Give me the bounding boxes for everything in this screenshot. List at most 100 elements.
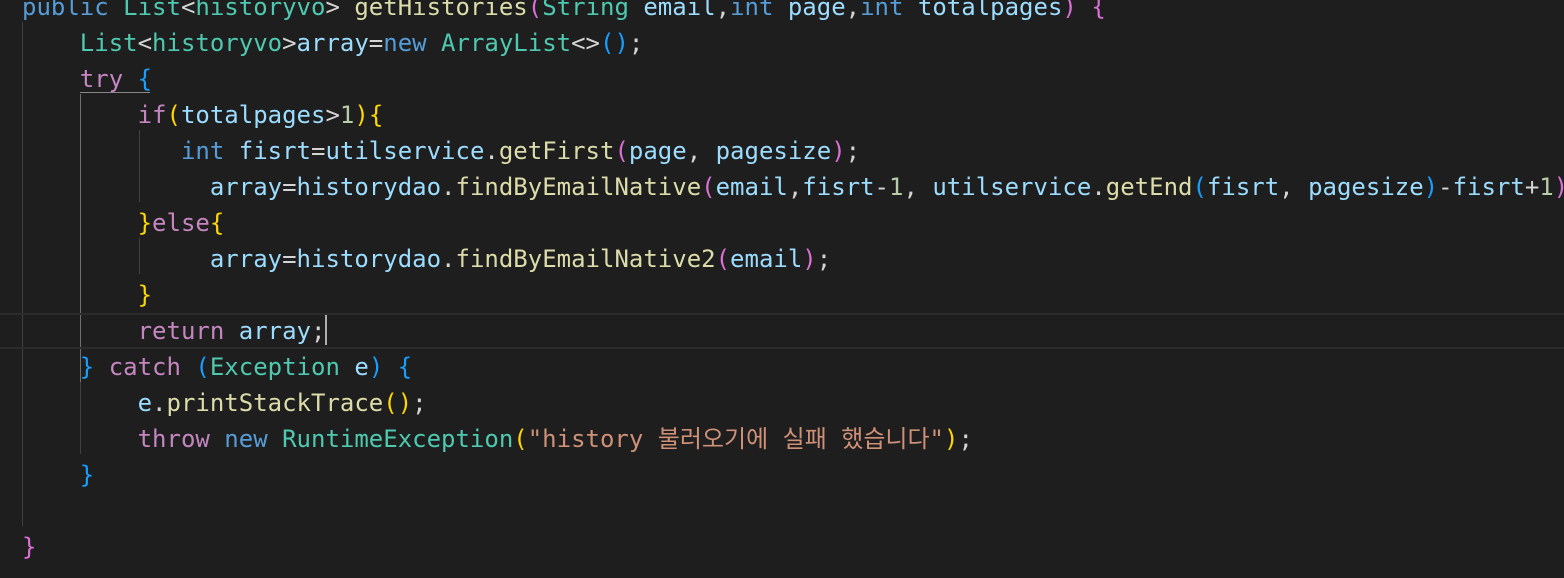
code-line[interactable]: } [0,457,94,493]
code-token: pagesize [1308,173,1424,201]
code-token: 1 [339,101,355,129]
code-token: int [22,137,239,165]
code-token: utilservice [932,173,1092,201]
code-token: { [1091,0,1106,21]
code-token: page [628,137,687,165]
code-token: { [397,353,413,381]
code-token: ) [368,353,398,381]
code-token: , [845,0,861,21]
code-line[interactable]: List<historyvo>array=new ArrayList<>(); [0,25,644,61]
code-token: } [22,209,153,237]
code-token: ; [816,245,832,273]
code-token: { [368,101,384,129]
code-token: ) [831,137,846,165]
code-token: > [282,29,297,57]
code-token: historyvo [152,29,283,57]
code-line[interactable]: return array; [0,313,1564,349]
code-token: , [787,173,803,201]
code-token: } [22,533,37,561]
code-token: getHistories [354,0,528,21]
code-token: ) [1062,0,1092,21]
code-token: ( [715,245,731,273]
code-token: findByEmailNative2 [455,245,716,273]
code-token: "history 불러오기에 실패 했습니다" [527,425,945,453]
code-token: } [22,461,95,489]
code-token: utilservice [325,137,485,165]
code-token: ; [311,317,326,345]
code-token: historyvo [195,0,326,21]
code-token: fisrt [1452,173,1525,201]
code-token: } [22,281,153,309]
code-line[interactable] [0,493,22,529]
code-token: return [22,317,239,345]
code-token: email [643,0,716,21]
code-token: ) [354,101,369,129]
code-token: email [730,245,803,273]
code-line[interactable]: public List<historyvo> getHistories(Stri… [0,0,1106,25]
code-token: try [22,65,138,93]
code-token: () [383,389,413,417]
code-token: } [22,353,95,381]
code-token: catch [94,353,196,381]
code-token: getFirst [498,137,615,165]
code-token: int [730,0,788,21]
code-token: totalpages [917,0,1063,21]
code-token: else [152,209,210,237]
code-token: array [238,317,311,345]
code-token: ArrayList [441,29,572,57]
code-token: = [368,29,384,57]
code-token: public [22,0,124,21]
code-editor[interactable]: public List<historyvo> getHistories(Stri… [0,0,1564,578]
code-token: historydao [296,173,442,201]
code-line[interactable]: e.printStackTrace(); [0,385,427,421]
code-line[interactable]: throw new RuntimeException("history 불러오기… [0,421,973,457]
code-token: String [542,0,644,21]
code-token: fisrt [1206,173,1280,201]
code-token: ) [1554,173,1564,201]
code-token: 1 [1539,173,1554,201]
code-token: < [137,29,153,57]
code-token: { [137,65,153,93]
code-token: <> [571,29,600,57]
code-token: throw [22,425,225,453]
code-token: () [600,29,629,57]
code-token: > [325,0,355,21]
code-token: page [787,0,846,21]
code-line[interactable]: if(totalpages>1){ [0,97,384,133]
code-token: List [123,0,181,21]
code-token: , [1279,173,1309,201]
code-line[interactable]: int fisrt=utilservice.getFirst(page, pag… [0,133,860,169]
code-token: ) [944,425,959,453]
code-token: ) [802,245,817,273]
code-token: fisrt [802,173,875,201]
code-token: getEnd [1105,173,1193,201]
code-token: email [715,173,788,201]
code-token: , [903,173,933,201]
code-token: . [441,245,456,273]
code-token: fisrt [238,137,311,165]
code-token: ( [166,101,181,129]
code-token: historydao [296,245,442,273]
code-line[interactable]: array=historydao.findByEmailNative2(emai… [0,241,831,277]
code-token: array [22,173,283,201]
code-token: List [22,29,138,57]
code-token: < [180,0,196,21]
code-line[interactable]: array=historydao.findByEmailNative(email… [0,169,1564,205]
code-token: ; [845,137,861,165]
code-token: . [484,137,499,165]
code-token: , [686,137,716,165]
code-line[interactable]: } [0,277,152,313]
code-token: ( [614,137,629,165]
code-line[interactable]: } catch (Exception e) { [0,349,412,385]
code-token: = [311,137,326,165]
code-token: if [22,101,167,129]
code-token: ( [195,353,210,381]
code-token: e [22,389,153,417]
code-line[interactable]: } [0,529,36,565]
code-line[interactable]: try { [0,61,152,97]
code-token: ( [1192,173,1207,201]
code-line[interactable]: }else{ [0,205,225,241]
code-token: int [860,0,918,21]
code-token: e [354,353,369,381]
code-token: , [715,0,731,21]
